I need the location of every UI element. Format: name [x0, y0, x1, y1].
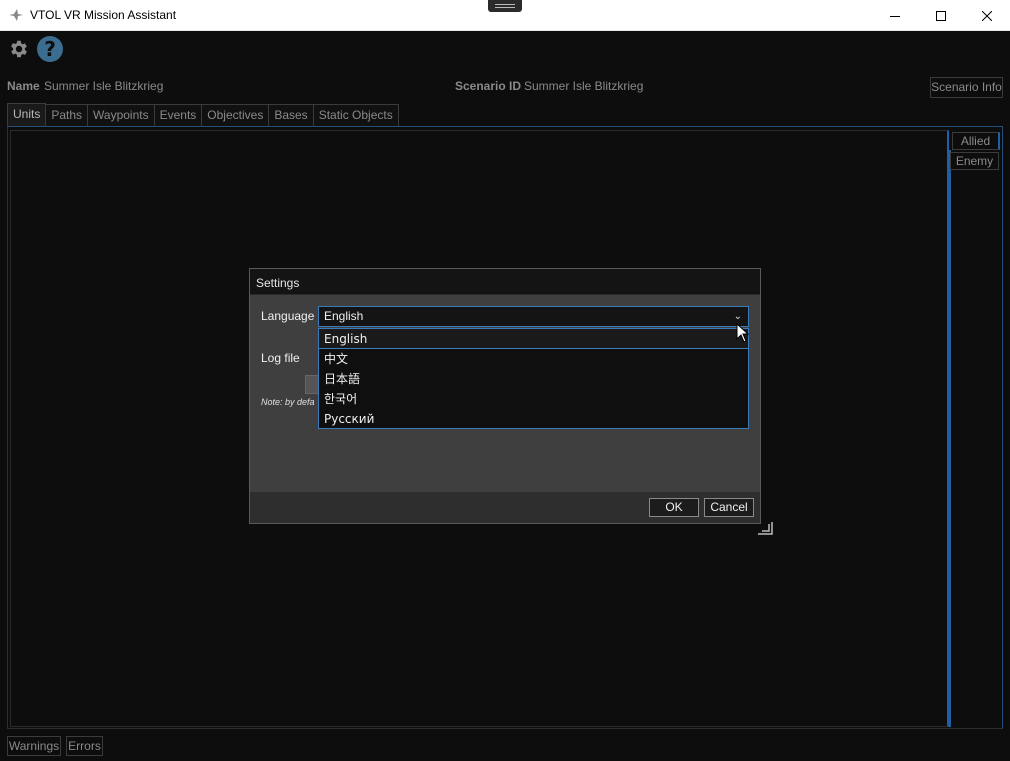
logfile-note: Note: by defa — [261, 397, 315, 407]
close-icon — [982, 10, 992, 21]
scenario-id-label: Scenario ID — [455, 79, 522, 93]
tab-units[interactable]: Units — [7, 103, 47, 127]
language-option-japanese[interactable]: 日本語 — [319, 369, 748, 389]
close-button[interactable] — [964, 0, 1010, 31]
language-select-value: English — [324, 309, 364, 323]
main-tabs: Units Paths Waypoints Events Objectives … — [7, 103, 399, 127]
title-bar[interactable]: VTOL VR Mission Assistant — [0, 0, 1010, 31]
help-icon: ? — [44, 37, 56, 61]
minimize-icon — [890, 15, 900, 17]
maximize-button[interactable] — [918, 0, 964, 31]
cancel-button[interactable]: Cancel — [704, 498, 754, 517]
window-drag-grip[interactable] — [488, 0, 522, 12]
minimize-button[interactable] — [872, 0, 918, 31]
maximize-icon — [936, 10, 946, 21]
language-option-chinese[interactable]: 中文 — [319, 349, 748, 369]
dialog-title[interactable]: Settings — [250, 269, 760, 295]
ok-button[interactable]: OK — [649, 498, 699, 517]
mouse-cursor-icon — [736, 323, 750, 343]
tab-waypoints[interactable]: Waypoints — [88, 104, 155, 127]
tab-events[interactable]: Events — [154, 104, 203, 127]
language-option-korean[interactable]: 한국어 — [319, 389, 748, 409]
tab-bases[interactable]: Bases — [269, 104, 314, 127]
gear-icon — [11, 40, 27, 58]
help-button[interactable]: ? — [37, 36, 63, 62]
tab-static-objects[interactable]: Static Objects — [313, 104, 399, 127]
scenario-info-button[interactable]: Scenario Info — [930, 77, 1003, 98]
tab-enemy[interactable]: Enemy — [950, 152, 999, 170]
tab-objectives[interactable]: Objectives — [202, 104, 270, 127]
language-option-english[interactable]: English — [319, 329, 748, 349]
resize-grip-icon[interactable] — [756, 520, 774, 536]
errors-button[interactable]: Errors — [66, 736, 103, 756]
language-label: Language — [261, 309, 315, 323]
tab-paths[interactable]: Paths — [46, 104, 89, 127]
scenario-id-value[interactable]: Summer Isle Blitzkrieg — [524, 79, 643, 93]
language-dropdown: English 中文 日本語 한국어 Русский — [318, 328, 749, 429]
name-value[interactable]: Summer Isle Blitzkrieg — [44, 79, 163, 93]
logfile-label: Log file — [261, 351, 300, 365]
settings-button[interactable] — [7, 37, 31, 61]
side-tab-rail — [949, 150, 951, 727]
window-title: VTOL VR Mission Assistant — [30, 8, 177, 22]
logfile-checkbox[interactable] — [305, 375, 319, 394]
language-select[interactable]: English ⌄ — [318, 306, 749, 327]
app-icon — [9, 9, 23, 21]
language-option-russian[interactable]: Русский — [319, 409, 748, 429]
tab-allied[interactable]: Allied — [952, 132, 1000, 150]
dialog-footer: OK Cancel — [250, 492, 760, 523]
warnings-button[interactable]: Warnings — [7, 736, 61, 756]
name-label: Name — [7, 79, 40, 93]
